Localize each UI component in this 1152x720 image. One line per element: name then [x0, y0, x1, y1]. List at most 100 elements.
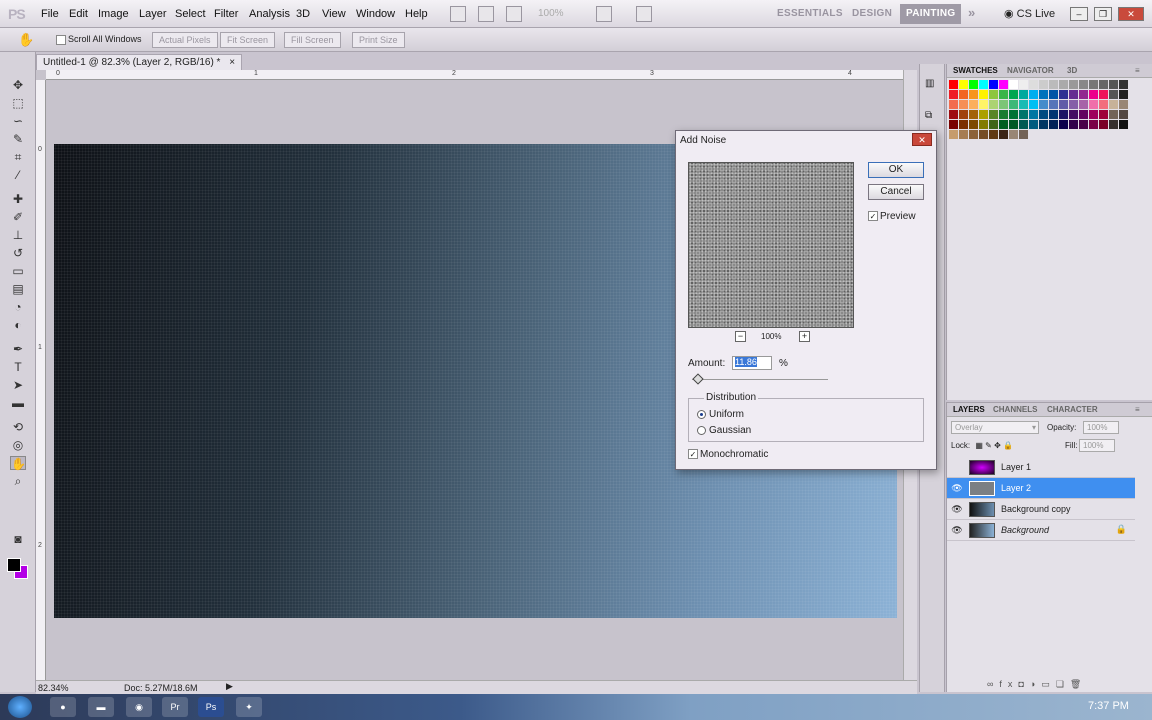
marquee-tool-icon[interactable]: ⬚ — [10, 96, 26, 110]
color-swatch[interactable] — [949, 130, 958, 139]
color-swatch[interactable] — [959, 130, 968, 139]
amount-slider-thumb[interactable] — [692, 373, 704, 385]
color-swatch[interactable] — [1089, 120, 1098, 129]
color-swatch[interactable] — [1069, 80, 1078, 89]
color-swatch[interactable] — [949, 120, 958, 129]
menu-view[interactable]: View — [322, 8, 346, 20]
color-swatch[interactable] — [1039, 100, 1048, 109]
color-swatch[interactable] — [979, 90, 988, 99]
color-swatch[interactable] — [1059, 120, 1068, 129]
close-document-icon[interactable]: × — [229, 57, 235, 68]
tab-character[interactable]: CHARACTER — [1047, 405, 1098, 414]
color-swatch[interactable] — [1089, 110, 1098, 119]
eraser-tool-icon[interactable]: ▭ — [10, 264, 26, 278]
app-task-icon[interactable]: ✦ — [236, 697, 262, 717]
color-swatch[interactable] — [1079, 90, 1088, 99]
minimize-button[interactable]: – — [1070, 7, 1088, 21]
eye-icon[interactable]: 👁 — [951, 525, 963, 535]
color-swatch[interactable] — [1119, 100, 1128, 109]
tab-swatches[interactable]: SWATCHES — [953, 66, 998, 75]
color-swatch[interactable] — [1119, 110, 1128, 119]
amount-input[interactable]: 11.86 — [732, 356, 772, 370]
cs-live-button[interactable]: ◉ CS Live — [1004, 7, 1055, 20]
monochromatic-checkbox[interactable]: ✓ Monochromatic — [688, 449, 768, 460]
color-swatch[interactable] — [949, 90, 958, 99]
layer-row[interactable]: 👁 Layer 2 — [947, 478, 1135, 499]
panel-menu-icon[interactable]: ≡ — [1135, 66, 1140, 75]
tab-channels[interactable]: CHANNELS — [993, 405, 1037, 414]
color-swatch[interactable] — [1109, 90, 1118, 99]
fit-screen-button[interactable]: Fit Screen — [220, 32, 276, 48]
workspace-essentials[interactable]: ESSENTIALS — [777, 8, 843, 19]
pen-tool-icon[interactable]: ✒ — [10, 342, 26, 356]
color-swatch[interactable] — [1049, 80, 1058, 89]
link-layers-icon[interactable]: ∞ — [987, 679, 999, 689]
menu-select[interactable]: Select — [175, 8, 206, 20]
color-swatch[interactable] — [969, 120, 978, 129]
zoom-out-button[interactable]: − — [735, 331, 746, 342]
gradient-tool-icon[interactable]: ▤ — [10, 282, 26, 296]
zoom-in-button[interactable]: + — [799, 331, 810, 342]
color-swatch[interactable] — [1079, 100, 1088, 109]
menu-analysis[interactable]: Analysis — [249, 8, 290, 20]
layer-row[interactable]: 👁 Background copy — [947, 499, 1135, 520]
color-swatch[interactable] — [1049, 100, 1058, 109]
preview-checkbox[interactable]: ✓ Preview — [868, 211, 916, 222]
dialog-close-button[interactable]: ✕ — [912, 133, 932, 146]
color-swatch[interactable] — [989, 120, 998, 129]
new-group-icon[interactable]: ▭ — [1041, 679, 1056, 689]
eyedropper-tool-icon[interactable]: ⁄ — [10, 168, 26, 182]
color-swatch[interactable] — [1109, 110, 1118, 119]
color-swatch[interactable] — [1039, 90, 1048, 99]
history-brush-tool-icon[interactable]: ↺ — [10, 246, 26, 260]
color-swatch[interactable] — [1059, 110, 1068, 119]
chat-icon[interactable]: ◉ — [126, 697, 152, 717]
amount-slider[interactable] — [692, 379, 828, 380]
tab-layers[interactable]: LAYERS — [953, 405, 985, 414]
menu-filter[interactable]: Filter — [214, 8, 238, 20]
color-swatch[interactable] — [989, 110, 998, 119]
color-swatch[interactable] — [1099, 90, 1108, 99]
color-swatch[interactable] — [959, 110, 968, 119]
vertical-ruler[interactable]: 0 1 2 — [36, 80, 46, 680]
color-swatch[interactable] — [1089, 90, 1098, 99]
brush-tool-icon[interactable]: ✐ — [10, 210, 26, 224]
dodge-tool-icon[interactable]: ◐ — [10, 318, 26, 332]
lock-transparency-icon[interactable]: ▦ — [975, 441, 983, 450]
color-swatch[interactable] — [979, 110, 988, 119]
close-button[interactable]: ✕ — [1118, 7, 1144, 21]
color-swatch[interactable] — [969, 90, 978, 99]
workspace-more-icon[interactable]: » — [968, 5, 976, 20]
gaussian-radio[interactable]: Gaussian — [697, 425, 751, 436]
color-swatch[interactable] — [949, 110, 958, 119]
color-swatch[interactable] — [989, 90, 998, 99]
color-swatch[interactable] — [1069, 90, 1078, 99]
restore-button[interactable]: ❐ — [1094, 7, 1112, 21]
color-swatch[interactable] — [989, 80, 998, 89]
color-swatch[interactable] — [1019, 120, 1028, 129]
arrange-documents-icon[interactable] — [596, 6, 612, 22]
color-swatch[interactable] — [1079, 120, 1088, 129]
color-swatch[interactable] — [1019, 110, 1028, 119]
bridge-icon[interactable] — [450, 6, 466, 22]
premiere-icon[interactable]: Pr — [162, 697, 188, 717]
color-swatch[interactable] — [1019, 100, 1028, 109]
panel-menu-icon[interactable]: ≡ — [1135, 405, 1140, 414]
screen-mode-icon[interactable] — [636, 6, 652, 22]
menu-layer[interactable]: Layer — [139, 8, 167, 20]
color-swatch[interactable] — [1009, 110, 1018, 119]
color-swatch[interactable] — [1009, 130, 1018, 139]
lock-all-icon[interactable]: 🔒 — [1003, 441, 1013, 450]
color-swatch[interactable] — [1089, 80, 1098, 89]
firefox-icon[interactable]: ● — [50, 697, 76, 717]
move-tool-icon[interactable]: ✥ — [10, 78, 26, 92]
color-swatch[interactable] — [1119, 120, 1128, 129]
color-swatch[interactable] — [1029, 80, 1038, 89]
hand-tool-icon[interactable]: ✋ — [10, 456, 26, 471]
delete-layer-icon[interactable]: 🗑 — [1070, 679, 1087, 689]
path-select-tool-icon[interactable]: ➤ — [10, 378, 26, 392]
ok-button[interactable]: OK — [868, 162, 924, 178]
cancel-button[interactable]: Cancel — [868, 184, 924, 200]
color-swatch[interactable] — [1029, 100, 1038, 109]
color-swatch[interactable] — [969, 130, 978, 139]
